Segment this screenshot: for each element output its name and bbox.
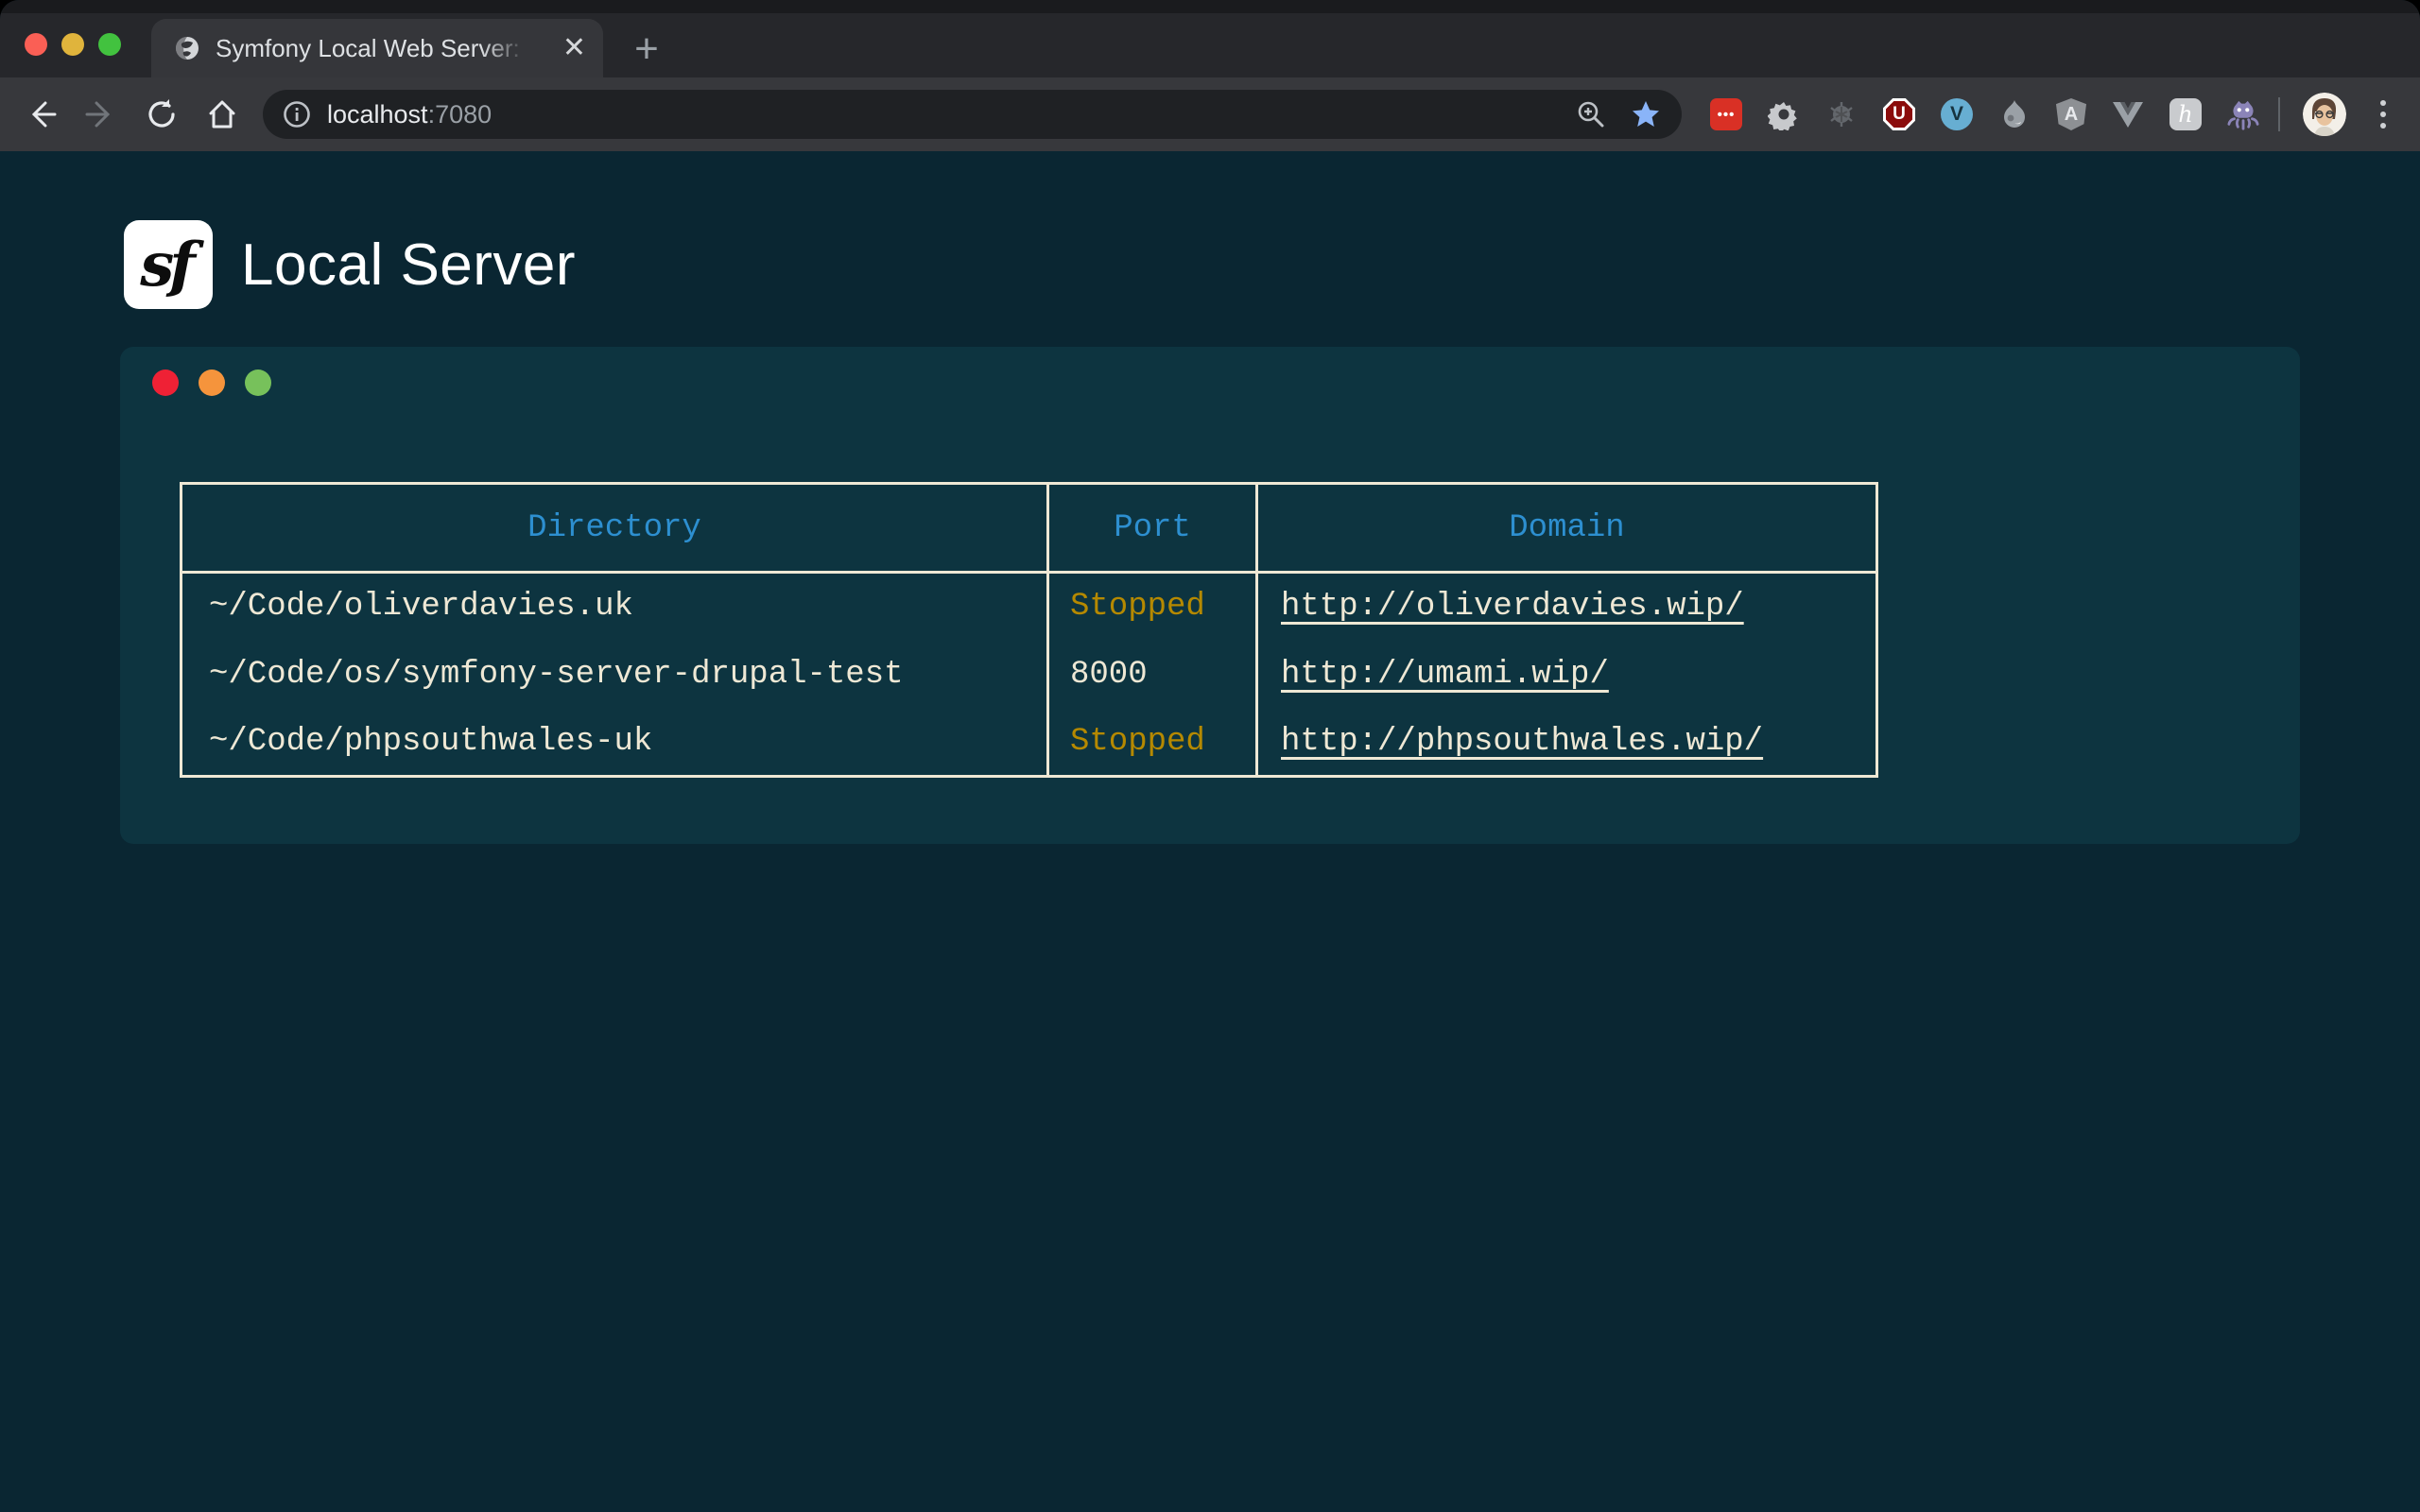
port-cell: Stopped bbox=[1048, 709, 1257, 777]
lastpass-icon[interactable]: ••• bbox=[1710, 98, 1742, 130]
address-bar[interactable]: localhost:7080 bbox=[263, 90, 1682, 139]
window-traffic-lights bbox=[25, 33, 121, 56]
reload-button[interactable] bbox=[142, 94, 182, 134]
domain-cell: http://phpsouthwales.wip/ bbox=[1257, 709, 1877, 777]
url-host: localhost bbox=[327, 100, 428, 129]
domain-link[interactable]: http://oliverdavies.wip/ bbox=[1281, 589, 1744, 625]
panel-orange-dot-icon bbox=[199, 369, 225, 396]
server-table: Directory Port Domain ~/Code/oliverdavie… bbox=[180, 482, 1878, 778]
browser-window: Symfony Local Web Server: Prox ✕ + local… bbox=[0, 0, 2420, 1512]
column-header-port: Port bbox=[1048, 484, 1257, 573]
window-close-button[interactable] bbox=[25, 33, 47, 56]
tab-strip: Symfony Local Web Server: Prox ✕ + bbox=[0, 13, 2420, 77]
back-button[interactable] bbox=[21, 94, 60, 134]
angular-icon[interactable]: A bbox=[2056, 98, 2086, 130]
page-info-icon[interactable] bbox=[282, 99, 312, 129]
ublock-letter: U bbox=[1886, 101, 1912, 128]
forward-button[interactable] bbox=[81, 94, 121, 134]
drupal-icon[interactable] bbox=[1998, 98, 2031, 130]
chrome-menu-icon[interactable] bbox=[2367, 100, 2399, 129]
toolbar-divider bbox=[2278, 97, 2280, 131]
extensions-row: ••• U V bbox=[1710, 98, 2259, 130]
directory-cell: ~/Code/oliverdavies.uk bbox=[182, 573, 1048, 641]
url-text: localhost:7080 bbox=[327, 100, 492, 129]
window-frame-top bbox=[0, 0, 2420, 13]
panel-traffic-lights bbox=[152, 369, 271, 396]
domain-link[interactable]: http://phpsouthwales.wip/ bbox=[1281, 724, 1763, 760]
directory-cell: ~/Code/os/symfony-server-drupal-test bbox=[182, 641, 1048, 709]
window-minimize-button[interactable] bbox=[61, 33, 84, 56]
tab-close-icon[interactable]: ✕ bbox=[562, 34, 586, 62]
vue-icon[interactable] bbox=[2112, 98, 2144, 130]
domain-cell: http://oliverdavies.wip/ bbox=[1257, 573, 1877, 641]
symfony-logo-glyph: sf bbox=[140, 230, 197, 301]
tab-title: Symfony Local Web Server: Prox bbox=[216, 34, 527, 63]
bookmark-star-icon[interactable] bbox=[1631, 99, 1661, 129]
table-row: ~/Code/phpsouthwales-uk Stopped http://p… bbox=[182, 709, 1877, 777]
port-cell: 8000 bbox=[1048, 641, 1257, 709]
url-port: :7080 bbox=[428, 100, 493, 129]
panel-red-dot-icon bbox=[152, 369, 179, 396]
symfony-logo-icon: sf bbox=[124, 220, 213, 309]
port-status: Stopped bbox=[1070, 724, 1205, 760]
bug-icon[interactable] bbox=[1825, 98, 1858, 130]
browser-toolbar: localhost:7080 ••• bbox=[0, 77, 2420, 151]
panel-green-dot-icon bbox=[245, 369, 271, 396]
page-title: Local Server bbox=[241, 232, 576, 299]
ublock-icon[interactable]: U bbox=[1883, 98, 1915, 130]
profile-avatar[interactable] bbox=[2303, 93, 2346, 136]
github-icon[interactable] bbox=[2227, 98, 2259, 130]
port-cell: Stopped bbox=[1048, 573, 1257, 641]
brand-header: sf Local Server bbox=[124, 220, 2420, 309]
active-tab[interactable]: Symfony Local Web Server: Prox ✕ bbox=[151, 19, 603, 77]
new-tab-button[interactable]: + bbox=[626, 28, 667, 70]
port-link[interactable]: 8000 bbox=[1070, 657, 1148, 693]
domain-cell: http://umami.wip/ bbox=[1257, 641, 1877, 709]
globe-favicon-icon bbox=[174, 35, 200, 61]
vimium-icon[interactable]: V bbox=[1941, 98, 1973, 130]
table-row: ~/Code/os/symfony-server-drupal-test 800… bbox=[182, 641, 1877, 709]
column-header-domain: Domain bbox=[1257, 484, 1877, 573]
table-row: ~/Code/oliverdavies.uk Stopped http://ol… bbox=[182, 573, 1877, 641]
table-header-row: Directory Port Domain bbox=[182, 484, 1877, 573]
home-button[interactable] bbox=[202, 94, 242, 134]
port-status: Stopped bbox=[1070, 589, 1205, 625]
zoom-level-icon[interactable] bbox=[1576, 99, 1606, 129]
honey-icon[interactable]: h bbox=[2169, 98, 2202, 130]
gear-icon[interactable] bbox=[1768, 98, 1800, 130]
column-header-directory: Directory bbox=[182, 484, 1048, 573]
page-content: sf Local Server Directory Port Domain bbox=[0, 151, 2420, 1512]
directory-cell: ~/Code/phpsouthwales-uk bbox=[182, 709, 1048, 777]
server-panel: Directory Port Domain ~/Code/oliverdavie… bbox=[120, 347, 2300, 844]
domain-link[interactable]: http://umami.wip/ bbox=[1281, 657, 1609, 693]
window-zoom-button[interactable] bbox=[98, 33, 121, 56]
